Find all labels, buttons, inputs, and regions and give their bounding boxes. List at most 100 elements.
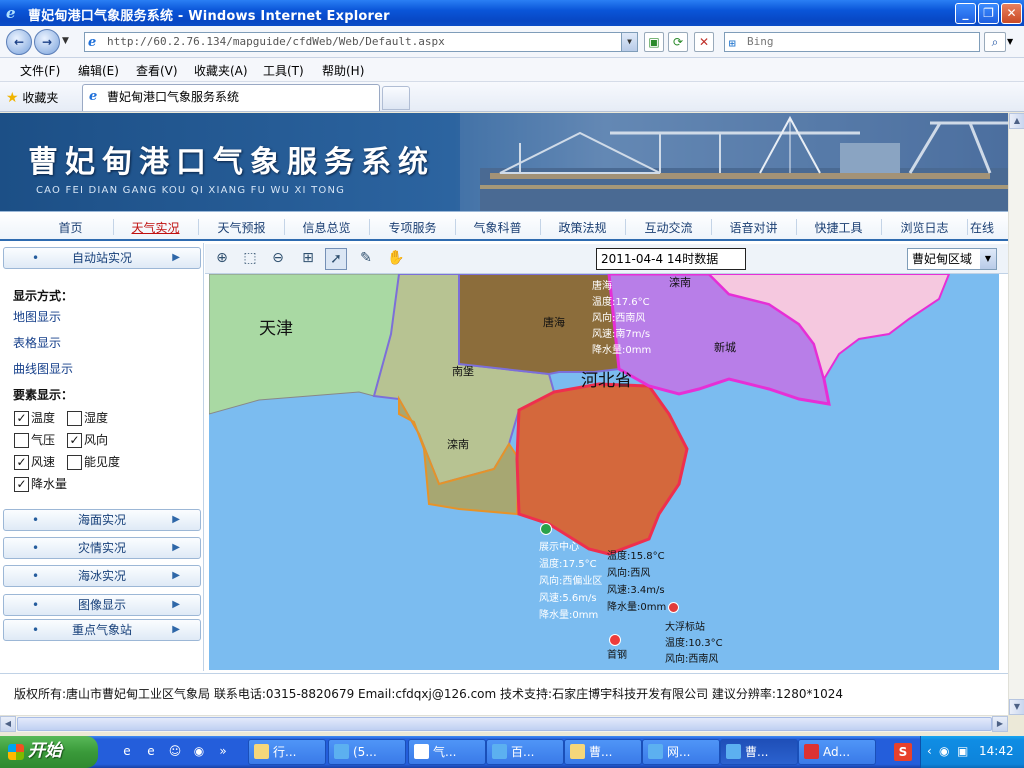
- zoom-out-icon[interactable]: ⊖: [267, 248, 289, 270]
- checkbox-visibility[interactable]: 能见度: [67, 454, 120, 472]
- menu-help[interactable]: 帮助(H): [322, 62, 364, 79]
- image-display-button[interactable]: • 图像显示 ▶: [3, 594, 201, 616]
- history-dropdown-icon[interactable]: ▼: [62, 36, 69, 46]
- station-buoy[interactable]: 大浮标站 温度:10.3°C 风向:西南风: [665, 620, 723, 668]
- table-display-link[interactable]: 表格显示: [13, 334, 61, 351]
- checkmark-icon: ✓: [14, 411, 29, 426]
- chart-display-link[interactable]: 曲线图显示: [13, 360, 73, 377]
- checkbox-pressure[interactable]: 气压: [14, 432, 55, 450]
- pan-icon[interactable]: ✋: [385, 248, 407, 270]
- auto-station-button[interactable]: • 自动站实况 ▶: [3, 247, 201, 269]
- tray-arrow-icon[interactable]: ‹: [927, 744, 932, 758]
- search-icon[interactable]: ⌕: [984, 32, 1006, 52]
- scroll-down-icon[interactable]: ▼: [1009, 699, 1024, 715]
- quicklaunch-app-icon[interactable]: e: [142, 744, 160, 760]
- close-button[interactable]: ✕: [1001, 3, 1022, 24]
- checkbox-wind-speed[interactable]: ✓ 风速: [14, 454, 55, 472]
- checkmark-icon: ✓: [67, 433, 82, 448]
- sogou-icon[interactable]: S: [894, 743, 912, 761]
- tianjin-region: [209, 274, 400, 415]
- task-button-folder2[interactable]: 曹...: [564, 739, 642, 765]
- vertical-scrollbar[interactable]: ▲ ▼: [1008, 113, 1024, 715]
- refresh-icon[interactable]: ⟳: [668, 32, 688, 52]
- checkbox-humidity[interactable]: 湿度: [67, 410, 108, 428]
- compat-view-icon[interactable]: ▣: [644, 32, 664, 52]
- nav-tools[interactable]: 快捷工具: [796, 219, 882, 235]
- checkbox-box: [67, 411, 82, 426]
- scroll-right-icon[interactable]: ▶: [992, 716, 1008, 732]
- address-dropdown-icon[interactable]: ▼: [621, 33, 637, 51]
- nav-home[interactable]: 首页: [28, 219, 114, 235]
- task-button-net[interactable]: 网...: [642, 739, 720, 765]
- checkbox-temperature[interactable]: ✓ 温度: [14, 410, 55, 428]
- map-display-link[interactable]: 地图显示: [13, 308, 61, 325]
- quicklaunch-ie-icon[interactable]: e: [118, 744, 136, 760]
- nav-interaction[interactable]: 互动交流: [626, 219, 712, 235]
- network-tray-icon[interactable]: ▣: [957, 744, 968, 758]
- favorites-button[interactable]: ★ 收藏夹: [6, 89, 58, 106]
- task-button-folder[interactable]: 行...: [248, 739, 326, 765]
- sea-surface-button[interactable]: • 海面实况 ▶: [3, 509, 201, 531]
- new-tab-button[interactable]: [382, 86, 410, 110]
- nav-special-service[interactable]: 专项服务: [370, 219, 456, 235]
- nav-science[interactable]: 气象科普: [455, 219, 541, 235]
- search-input[interactable]: ⊞ Bing: [724, 32, 980, 52]
- start-button[interactable]: 开始: [0, 736, 98, 768]
- task-button-ie[interactable]: (5...: [328, 739, 406, 765]
- quicklaunch-qq-icon[interactable]: ◉: [190, 744, 208, 760]
- weather-map[interactable]: 天津 河北省 唐海 南堡 滦南 新城 滦南 唐海 温度:17.6°C 风向:西南…: [209, 274, 999, 670]
- forward-button[interactable]: →: [34, 29, 60, 55]
- scroll-up-icon[interactable]: ▲: [1009, 113, 1024, 129]
- checkbox-label: 气压: [31, 433, 56, 447]
- station-exhibition[interactable]: 展示中心 温度:17.5°C 风向:西偏业区 风速:5.6m/s 降水量:0mm: [539, 539, 602, 624]
- quicklaunch-game-icon[interactable]: ☺: [166, 744, 184, 760]
- key-station-button[interactable]: • 重点气象站 ▶: [3, 619, 201, 641]
- nav-policy[interactable]: 政策法规: [540, 219, 626, 235]
- minimize-button[interactable]: _: [955, 3, 976, 24]
- qq-tray-icon[interactable]: ◉: [939, 744, 949, 758]
- disaster-button[interactable]: • 灾情实况 ▶: [3, 537, 201, 559]
- restore-button[interactable]: ❐: [978, 3, 999, 24]
- station-marker-icon[interactable]: [540, 523, 552, 535]
- task-button-doc[interactable]: 气...: [408, 739, 486, 765]
- measure-icon[interactable]: ✎: [355, 248, 377, 270]
- ie-icon: [334, 744, 349, 759]
- checkbox-wind-direction[interactable]: ✓ 风向: [67, 432, 108, 450]
- address-input[interactable]: e http://60.2.76.134/mapguide/cfdWeb/Web…: [84, 32, 638, 52]
- station-tanghai[interactable]: 唐海 温度:17.6°C 风向:西南风 风速:南7m/s 降水量:0mm: [592, 279, 651, 359]
- stop-icon[interactable]: ✕: [694, 32, 714, 52]
- station-shougang[interactable]: 首钢: [607, 647, 627, 664]
- search-options-icon[interactable]: ▼: [1007, 37, 1013, 46]
- arrow-right-icon: ▶: [172, 542, 180, 553]
- menu-file[interactable]: 文件(F): [20, 62, 60, 79]
- nav-weather-live[interactable]: 天气实况: [113, 219, 199, 235]
- menu-view[interactable]: 查看(V): [136, 62, 178, 79]
- scroll-left-icon[interactable]: ◀: [0, 716, 16, 732]
- menu-tools[interactable]: 工具(T): [263, 62, 304, 79]
- zoom-rect-icon[interactable]: ⬚: [239, 248, 261, 270]
- region-select[interactable]: 曹妃甸区域 ▼: [907, 248, 997, 270]
- nav-voice[interactable]: 语音对讲: [711, 219, 797, 235]
- station-marker-icon[interactable]: [609, 634, 621, 646]
- browser-tab[interactable]: e 曹妃甸港口气象服务系统: [82, 84, 380, 111]
- scroll-thumb[interactable]: [17, 717, 992, 731]
- full-extent-icon[interactable]: ⊞: [297, 248, 319, 270]
- sea-ice-button[interactable]: • 海冰实况 ▶: [3, 565, 201, 587]
- buoy-marker-icon[interactable]: [668, 602, 679, 613]
- nav-online[interactable]: 在线: [962, 219, 1002, 235]
- task-button-current[interactable]: 曹...: [720, 739, 798, 765]
- nav-forecast[interactable]: 天气预报: [199, 219, 285, 235]
- menu-edit[interactable]: 编辑(E): [78, 62, 119, 79]
- nav-log[interactable]: 浏览日志: [882, 219, 968, 235]
- select-pointer-icon[interactable]: ➚: [325, 248, 347, 270]
- nav-overview[interactable]: 信息总览: [284, 219, 370, 235]
- task-button-browser[interactable]: 百...: [486, 739, 564, 765]
- task-button-adobe[interactable]: Ad...: [798, 739, 876, 765]
- checkbox-precipitation[interactable]: ✓ 降水量: [14, 476, 67, 494]
- back-button[interactable]: ←: [6, 29, 32, 55]
- zoom-in-icon[interactable]: ⊕: [211, 248, 233, 270]
- station-temp: 温度:17.6°C: [592, 297, 650, 308]
- horizontal-scrollbar[interactable]: ◀ ▶: [0, 715, 1008, 732]
- quicklaunch-more-icon[interactable]: »: [214, 744, 232, 760]
- menu-favorites[interactable]: 收藏夹(A): [194, 62, 248, 79]
